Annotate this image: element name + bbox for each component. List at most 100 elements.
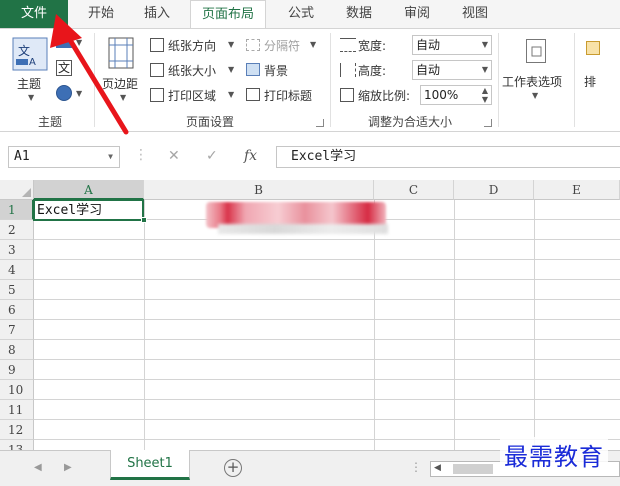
margins-button[interactable]: 页边距 [102, 75, 138, 92]
width-icon [340, 38, 356, 52]
column-header-a[interactable]: A [34, 180, 144, 200]
group-label-scale-to-fit: 调整为合适大小 [367, 115, 452, 129]
insert-function-icon[interactable]: fx [244, 148, 257, 164]
row-header[interactable]: 5 [0, 280, 34, 300]
active-cell-border [33, 199, 144, 221]
chevron-down-icon: ▼ [481, 40, 488, 49]
enter-icon[interactable]: ✓ [206, 148, 218, 164]
breaks-dropdown-icon[interactable]: ▼ [310, 40, 316, 49]
row-header[interactable]: 1 [0, 200, 34, 220]
height-select[interactable]: 自动 ▼ [412, 60, 492, 80]
height-icon [340, 63, 356, 77]
column-header-d[interactable]: D [454, 180, 534, 200]
tab-insert[interactable]: 插入 [134, 0, 180, 28]
scrollbar-thumb[interactable] [453, 464, 493, 474]
print-area-button[interactable]: 打印区域 [168, 87, 216, 104]
print-titles-icon[interactable] [246, 88, 260, 101]
row-header[interactable]: 9 [0, 360, 34, 380]
page-setup-launcher-icon[interactable] [316, 119, 324, 127]
background-icon[interactable] [246, 63, 260, 76]
row-header[interactable]: 6 [0, 300, 34, 320]
breaks-button[interactable]: 分隔符 [264, 37, 300, 54]
add-sheet-icon[interactable]: + [224, 459, 242, 477]
width-select[interactable]: 自动 ▼ [412, 35, 492, 55]
column-header-c[interactable]: C [374, 180, 454, 200]
sheet-options-dropdown-icon[interactable]: ▼ [532, 91, 538, 100]
row-header[interactable]: 3 [0, 240, 34, 260]
orientation-dropdown-icon[interactable]: ▼ [228, 40, 234, 49]
scale-value: 100% [424, 88, 459, 102]
next-sheet-icon[interactable]: ▶ [64, 462, 72, 473]
tab-home[interactable]: 开始 [78, 0, 124, 28]
print-area-icon[interactable] [150, 88, 164, 102]
group-separator [330, 33, 331, 127]
effects-icon[interactable] [56, 85, 72, 101]
themes-icon[interactable]: 文A [12, 37, 48, 71]
name-box[interactable]: A1 ▼ [8, 146, 120, 168]
print-titles-button[interactable]: 打印标题 [264, 87, 312, 104]
arrange-icon[interactable] [586, 41, 600, 55]
size-icon[interactable] [150, 63, 164, 77]
row-header[interactable]: 10 [0, 380, 34, 400]
table-row [34, 300, 620, 320]
select-all-button[interactable] [0, 180, 34, 200]
orientation-icon[interactable] [150, 38, 164, 52]
tab-view[interactable]: 视图 [452, 0, 498, 28]
scale-spinner[interactable]: 100% ▲ ▼ [420, 85, 492, 105]
prev-sheet-icon[interactable]: ◀ [34, 462, 42, 473]
chevron-down-icon[interactable]: ▼ [108, 147, 113, 167]
scale-to-fit-launcher-icon[interactable] [484, 119, 492, 127]
scale-icon [340, 88, 354, 102]
margins-icon[interactable] [108, 37, 134, 69]
row-header[interactable]: 2 [0, 220, 34, 240]
row-header[interactable]: 13 [0, 440, 34, 450]
scroll-left-icon[interactable]: ◀ [434, 463, 441, 473]
colors-dropdown-icon[interactable]: ▼ [76, 38, 82, 47]
tab-data[interactable]: 数据 [336, 0, 382, 28]
breaks-icon[interactable] [246, 39, 260, 51]
themes-dropdown-icon[interactable]: ▼ [28, 93, 34, 102]
sheet-tab-sheet1[interactable]: Sheet1 [110, 450, 190, 480]
table-row [34, 240, 620, 260]
size-button[interactable]: 纸张大小 [168, 62, 216, 79]
effects-dropdown-icon[interactable]: ▼ [76, 89, 82, 98]
column-gridline [534, 200, 535, 450]
size-dropdown-icon[interactable]: ▼ [228, 65, 234, 74]
formula-input[interactable]: Excel学习 [276, 146, 620, 168]
themes-button[interactable]: 主题 [17, 75, 41, 92]
column-gridline [374, 200, 375, 450]
group-separator [94, 33, 95, 127]
colors-icon[interactable] [56, 36, 72, 48]
arrange-button[interactable]: 排 [584, 73, 596, 90]
group-separator [574, 33, 575, 127]
sheet-options-icon[interactable] [526, 39, 546, 63]
tab-page-layout[interactable]: 页面布局 [190, 0, 266, 29]
table-row [34, 260, 620, 280]
cancel-icon[interactable]: ✕ [168, 148, 180, 164]
fonts-icon[interactable]: 文 [56, 60, 72, 76]
tab-file[interactable]: 文件 [0, 0, 68, 28]
tab-review[interactable]: 审阅 [394, 0, 440, 28]
print-area-dropdown-icon[interactable]: ▼ [228, 90, 234, 99]
row-header[interactable]: 7 [0, 320, 34, 340]
row-header[interactable]: 4 [0, 260, 34, 280]
background-button[interactable]: 背景 [264, 62, 288, 79]
worksheet-grid[interactable]: A B C D E 1 2 3 4 5 6 7 8 9 10 11 12 13 … [0, 180, 620, 450]
column-gridline [454, 200, 455, 450]
ribbon-tab-bar: 文件 开始 插入 页面布局 公式 数据 审阅 视图 [0, 0, 620, 29]
row-header[interactable]: 8 [0, 340, 34, 360]
sheet-options-button[interactable]: 工作表选项 [502, 73, 562, 90]
table-row [34, 360, 620, 380]
margins-dropdown-icon[interactable]: ▼ [120, 93, 126, 102]
width-value: 自动 [416, 38, 441, 52]
fill-handle[interactable] [141, 217, 147, 223]
orientation-button[interactable]: 纸张方向 [168, 37, 216, 54]
table-row [34, 400, 620, 420]
column-header-b[interactable]: B [144, 180, 374, 200]
tab-formulas[interactable]: 公式 [276, 0, 326, 28]
spinner-arrows-icon[interactable]: ▲ ▼ [482, 86, 488, 104]
column-header-e[interactable]: E [534, 180, 620, 200]
row-header[interactable]: 12 [0, 420, 34, 440]
row-header[interactable]: 11 [0, 400, 34, 420]
watermark-logo: 最需教育 [500, 437, 608, 472]
